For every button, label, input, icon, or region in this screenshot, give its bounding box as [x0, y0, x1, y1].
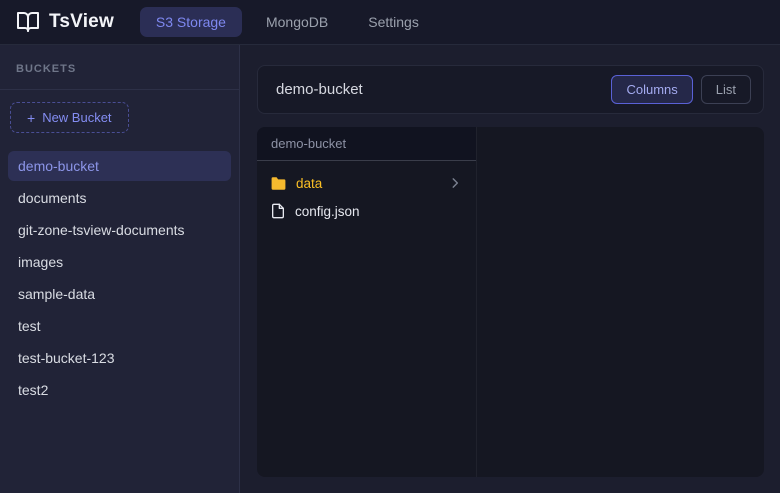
plus-icon: + — [27, 111, 35, 125]
column-body: data — [257, 161, 476, 233]
sidebar-actions: + New Bucket — [0, 90, 239, 143]
entry-label: data — [296, 176, 322, 191]
main-nav: S3 Storage MongoDB Settings — [140, 7, 435, 37]
entry-config-json-file[interactable]: config.json — [257, 197, 476, 225]
content-layout: BUCKETS + New Bucket demo-bucket documen… — [0, 45, 780, 493]
new-bucket-label: New Bucket — [42, 110, 111, 125]
browser-column: demo-bucket data — [257, 127, 477, 477]
bucket-toolbar: demo-bucket Columns List — [257, 65, 764, 114]
current-bucket-title: demo-bucket — [276, 81, 363, 98]
tab-mongodb[interactable]: MongoDB — [250, 7, 344, 37]
book-open-icon — [16, 10, 40, 34]
folder-icon — [270, 175, 287, 192]
bucket-item-git-zone-tsview-documents[interactable]: git-zone-tsview-documents — [8, 215, 231, 245]
new-bucket-button[interactable]: + New Bucket — [10, 102, 129, 133]
bucket-item-documents[interactable]: documents — [8, 183, 231, 213]
entry-data-folder[interactable]: data — [257, 169, 476, 197]
bucket-item-test2[interactable]: test2 — [8, 375, 231, 405]
bucket-item-demo-bucket[interactable]: demo-bucket — [8, 151, 231, 181]
main-panel: demo-bucket Columns List demo-bucket d — [240, 45, 780, 493]
sidebar-section-header: BUCKETS — [0, 45, 239, 90]
bucket-list: demo-bucket documents git-zone-tsview-do… — [0, 143, 239, 415]
buckets-section-title: BUCKETS — [16, 63, 76, 75]
top-bar: TsView S3 Storage MongoDB Settings — [0, 0, 780, 45]
bucket-item-sample-data[interactable]: sample-data — [8, 279, 231, 309]
tab-settings[interactable]: Settings — [352, 7, 435, 37]
bucket-item-images[interactable]: images — [8, 247, 231, 277]
bucket-item-test-bucket-123[interactable]: test-bucket-123 — [8, 343, 231, 373]
columns-browser: demo-bucket data — [257, 127, 764, 477]
column-header: demo-bucket — [257, 127, 476, 161]
view-toggle: Columns List — [611, 75, 751, 104]
entry-label: config.json — [295, 204, 360, 219]
file-icon — [270, 203, 286, 219]
columns-view-button[interactable]: Columns — [611, 75, 692, 104]
tab-s3-storage[interactable]: S3 Storage — [140, 7, 242, 37]
app-title: TsView — [49, 11, 114, 33]
buckets-sidebar: BUCKETS + New Bucket demo-bucket documen… — [0, 45, 240, 493]
bucket-item-test[interactable]: test — [8, 311, 231, 341]
list-view-button[interactable]: List — [701, 75, 751, 104]
chevron-right-icon — [448, 176, 462, 190]
app-logo: TsView — [16, 10, 114, 34]
